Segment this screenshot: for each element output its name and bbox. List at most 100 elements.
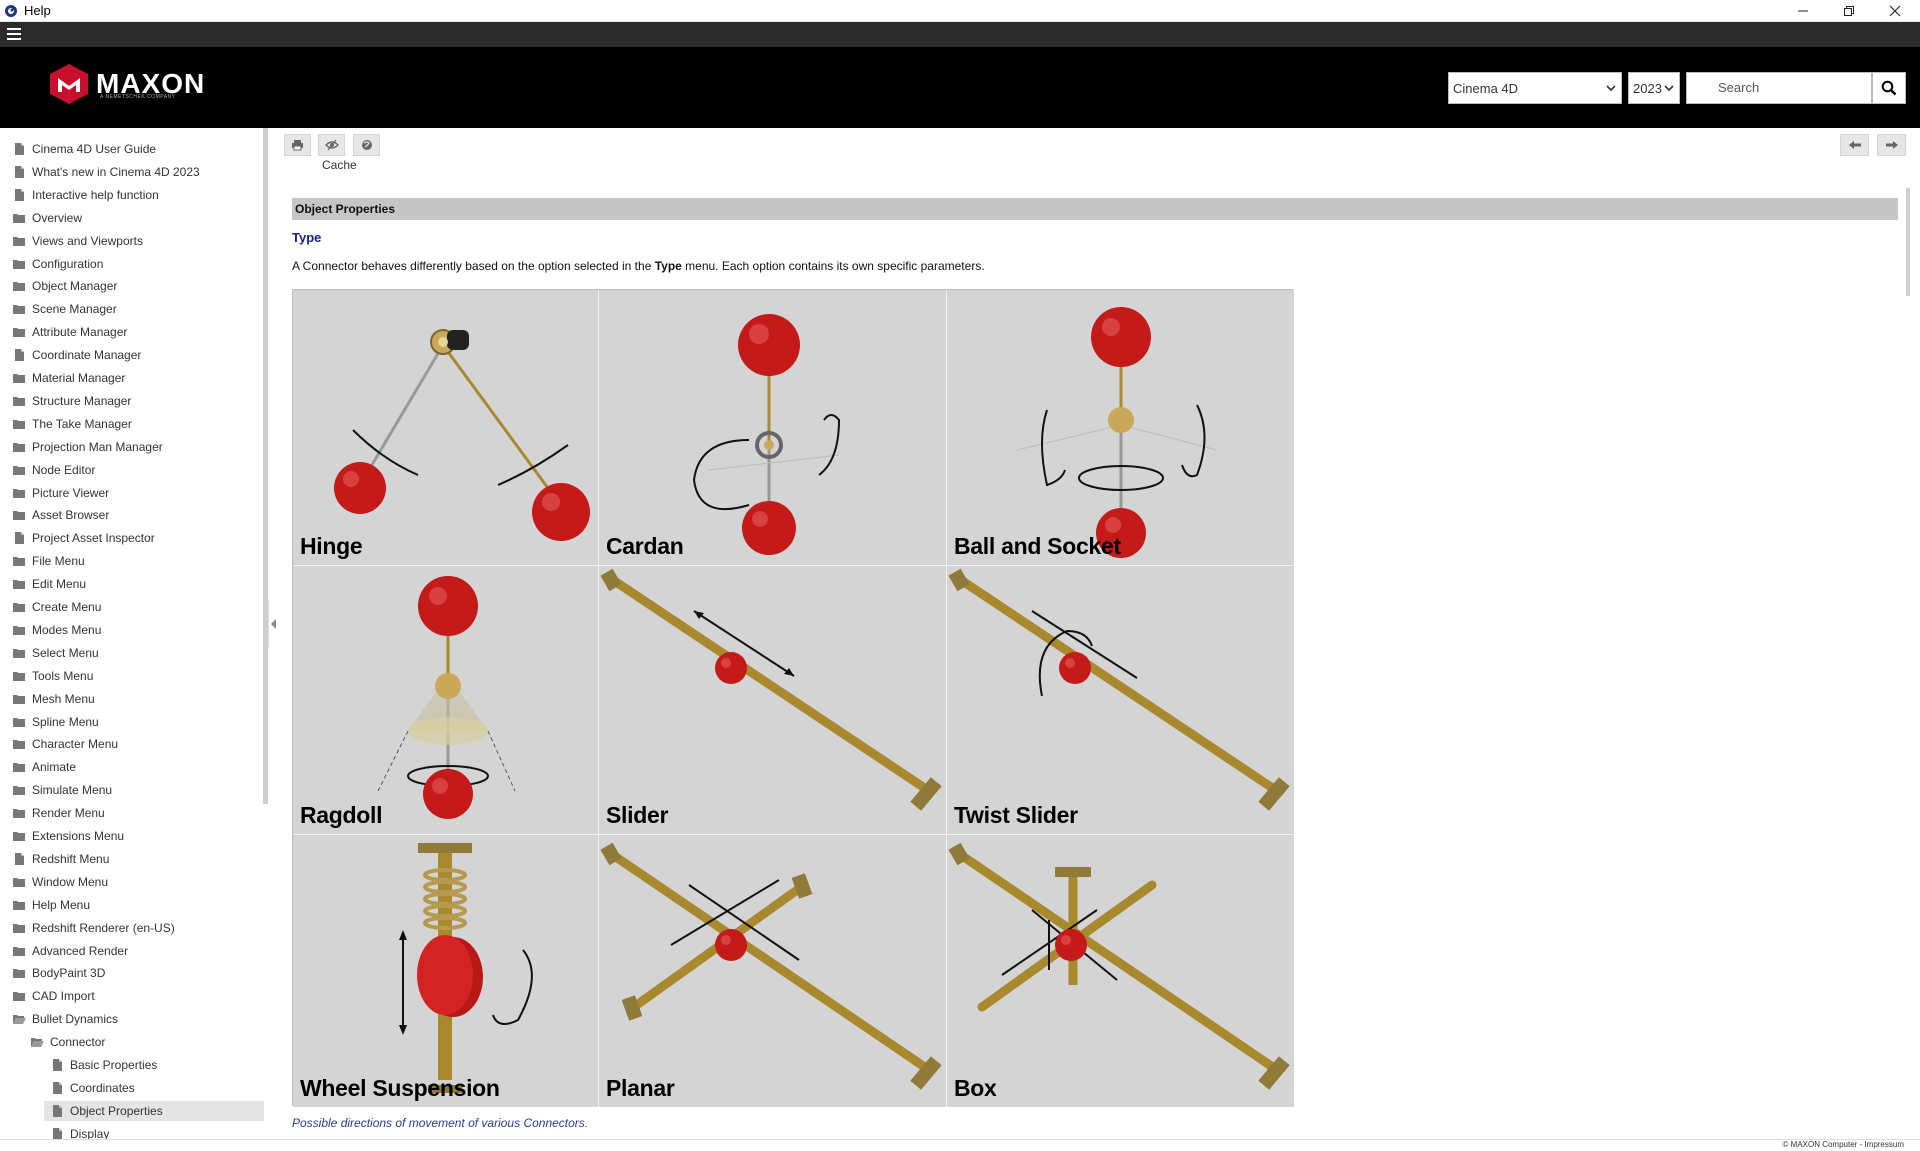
print-button[interactable] (284, 134, 311, 156)
maxon-logo[interactable]: MAXON A NEMETSCHEK COMPANY (48, 63, 205, 105)
sidebar-item-label: Coordinate Manager (32, 348, 142, 363)
sidebar-item[interactable]: Attribute Manager (12, 322, 127, 342)
restore-button[interactable] (1826, 0, 1872, 22)
sidebar-item-label: Structure Manager (32, 393, 132, 408)
connector-label-cardan: Cardan (606, 533, 684, 559)
sidebar-item[interactable]: Connector (30, 1032, 105, 1052)
forward-button[interactable] (1877, 134, 1906, 156)
sidebar-item[interactable]: Edit Menu (12, 574, 86, 594)
connector-cell-slider: Slider (599, 566, 946, 834)
sidebar-item[interactable]: Cinema 4D User Guide (12, 139, 156, 159)
sidebar-item-label: Project Asset Inspector (32, 531, 155, 546)
search-button[interactable] (1872, 72, 1906, 104)
search-placeholder: Search (1718, 80, 1760, 95)
version-select[interactable]: 2023 (1628, 72, 1680, 104)
sidebar-item[interactable]: Coordinates (50, 1078, 135, 1098)
sidebar-item[interactable]: Redshift Menu (12, 849, 109, 869)
back-button[interactable] (1840, 134, 1869, 156)
sidebar-item[interactable]: Animate (12, 757, 76, 777)
sidebar-item[interactable]: Coordinate Manager (12, 345, 141, 365)
sidebar-item[interactable]: Projection Man Manager (12, 437, 163, 457)
sidebar-item[interactable]: Bullet Dynamics (12, 1009, 118, 1029)
connector-cell-hinge: Hinge (293, 290, 598, 565)
sidebar-item[interactable]: Spline Menu (12, 712, 99, 732)
sidebar-item[interactable]: Render Menu (12, 803, 105, 823)
folder-icon (13, 923, 25, 933)
sidebar-item[interactable]: File Menu (12, 551, 85, 571)
sidebar-item-label: Mesh Menu (32, 691, 95, 706)
sidebar-item-label: The Take Manager (32, 416, 132, 431)
sidebar-item[interactable]: Create Menu (12, 597, 101, 617)
sidebar-item[interactable]: Modes Menu (12, 620, 101, 640)
sidebar-item[interactable]: Views and Viewports (12, 231, 143, 251)
sidebar-item[interactable]: Object Properties (44, 1100, 264, 1121)
sidebar-item-label: Overview (32, 210, 83, 225)
restore-icon (1844, 6, 1854, 16)
sidebar-item[interactable]: Project Asset Inspector (12, 528, 155, 548)
chevron-down-icon (1664, 85, 1674, 92)
folder-icon (13, 580, 25, 590)
sidebar-item-label: Help Menu (32, 897, 91, 912)
sidebar-item[interactable]: Advanced Render (12, 941, 128, 961)
sidebar-collapse-handle[interactable] (268, 600, 278, 648)
search-input[interactable]: Search (1686, 72, 1872, 104)
close-button[interactable] (1872, 0, 1918, 22)
page-icon (15, 165, 24, 178)
sidebar-item[interactable]: What's new in Cinema 4D 2023 (12, 162, 200, 182)
desc-text-2: menu. Each option contains its own speci… (681, 259, 985, 273)
folder-icon (13, 946, 25, 956)
minimize-button[interactable] (1780, 0, 1826, 22)
folder-icon (13, 236, 25, 246)
sidebar-item-label: Render Menu (32, 806, 105, 821)
sidebar-item[interactable]: BodyPaint 3D (12, 963, 105, 983)
sidebar-item[interactable]: Simulate Menu (12, 780, 112, 800)
sidebar-item[interactable]: Asset Browser (12, 505, 109, 525)
sidebar-item[interactable]: Node Editor (12, 460, 95, 480)
sidebar-item[interactable]: Display (50, 1124, 109, 1139)
sidebar-item[interactable]: Mesh Menu (12, 689, 95, 709)
folder-icon (13, 809, 25, 819)
sidebar-item[interactable]: Configuration (12, 254, 103, 274)
footer-copyright[interactable]: © MAXON Computer - Impressum (1783, 1140, 1904, 1149)
content-scrollbar[interactable] (1906, 188, 1910, 296)
sidebar-item-label: Window Menu (32, 874, 109, 889)
site-header: MAXON A NEMETSCHEK COMPANY Cinema 4D 202… (0, 47, 1920, 128)
sidebar-item-label: Bullet Dynamics (32, 1012, 119, 1027)
hamburger-menu-icon[interactable] (7, 28, 21, 40)
sidebar-item[interactable]: Interactive help function (12, 185, 159, 205)
web-button[interactable] (353, 134, 380, 156)
folder-icon (13, 648, 25, 658)
folder-icon (13, 900, 25, 910)
sidebar-item[interactable]: Extensions Menu (12, 826, 124, 846)
sidebar-item[interactable]: Character Menu (12, 734, 118, 754)
sidebar-scrollbar[interactable] (263, 128, 268, 804)
sidebar-item[interactable]: Material Manager (12, 368, 125, 388)
sidebar-item[interactable]: Picture Viewer (12, 483, 109, 503)
window-title: Help (24, 3, 51, 18)
sidebar-item[interactable]: Tools Menu (12, 666, 93, 686)
footer: © MAXON Computer - Impressum (0, 1139, 1920, 1151)
sync-toc-button[interactable] (318, 134, 345, 156)
sidebar-item-label: Attribute Manager (32, 325, 128, 340)
maxon-logo-icon (50, 64, 88, 104)
product-select[interactable]: Cinema 4D (1448, 72, 1622, 104)
sidebar-item-label: Object Properties (70, 1103, 163, 1118)
sidebar-item[interactable]: Redshift Renderer (en-US) (12, 918, 175, 938)
sidebar-item[interactable]: Structure Manager (12, 391, 131, 411)
sidebar-item-label: Simulate Menu (32, 783, 113, 798)
sidebar-item-label: Spline Menu (32, 714, 99, 729)
sidebar-item[interactable]: Window Menu (12, 872, 108, 892)
sidebar-item[interactable]: CAD Import (12, 986, 95, 1006)
cinema4d-app-icon (5, 4, 17, 17)
sidebar-item[interactable]: Select Menu (12, 643, 99, 663)
sidebar-item[interactable]: Basic Properties (50, 1055, 157, 1075)
sidebar-item[interactable]: Help Menu (12, 895, 90, 915)
folder-icon (13, 511, 25, 521)
sidebar-item-label: Views and Viewports (32, 233, 143, 248)
sidebar-item[interactable]: Object Manager (12, 276, 117, 296)
content-pane: Cache Object Properties Type A Connector… (284, 128, 1920, 1139)
sidebar-item-label: Asset Browser (32, 508, 110, 523)
sidebar-item[interactable]: Overview (12, 208, 82, 228)
sidebar-item[interactable]: The Take Manager (12, 414, 132, 434)
sidebar-item[interactable]: Scene Manager (12, 299, 117, 319)
